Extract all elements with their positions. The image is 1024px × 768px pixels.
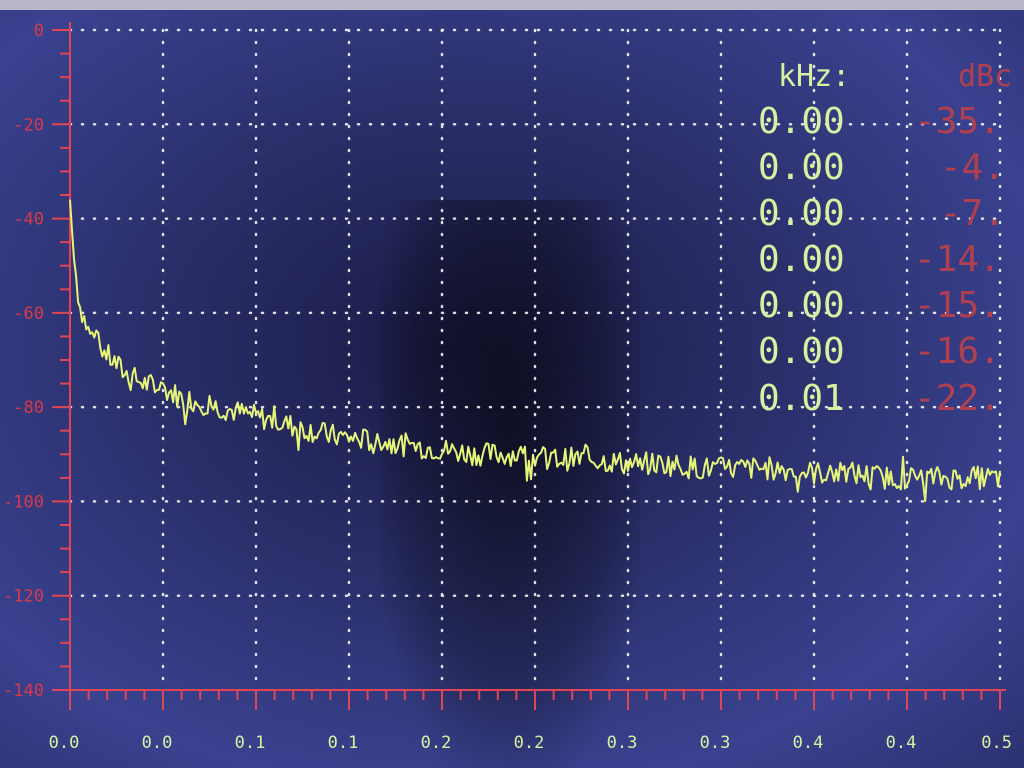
y-tick-label: -40 bbox=[13, 210, 44, 230]
y-tick-label: -140 bbox=[3, 681, 44, 701]
peak-db: -15. bbox=[914, 285, 1001, 326]
y-tick-label: -80 bbox=[13, 398, 44, 418]
x-tick-label: 0.4 bbox=[793, 733, 824, 753]
spectrum-plot: 0-20-40-60-80-100-120-140 0.0 0.0 0.1 0.1 0.… bbox=[3, 21, 1012, 753]
peak-freq: 0.00 bbox=[758, 193, 845, 234]
x-tick-label: 0.4 bbox=[886, 733, 917, 753]
y-tick-label: -120 bbox=[3, 587, 44, 607]
peak-db: -35. bbox=[914, 101, 1001, 142]
y-tick-label: -60 bbox=[13, 304, 44, 324]
peak-freq: 0.01 bbox=[758, 378, 845, 419]
grid bbox=[68, 28, 1002, 692]
peak-freq: 0.00 bbox=[758, 331, 845, 372]
peak-db: -4. bbox=[940, 147, 1005, 188]
y-tick-label: -100 bbox=[3, 492, 44, 512]
peak-freq: 0.00 bbox=[758, 101, 845, 142]
y-tick-label: 0 bbox=[34, 21, 44, 41]
peak-freq: 0.00 bbox=[758, 239, 845, 280]
x-tick-label: 0.2 bbox=[421, 733, 452, 753]
x-tick-label: 0.0 bbox=[142, 733, 173, 753]
x-tick-label: 0.0 bbox=[49, 733, 80, 753]
x-axis-labels: 0.0 0.0 0.1 0.1 0.2 0.2 0.3 0.3 0.4 0.4 0.5 bbox=[49, 733, 1012, 753]
peak-table: kHz: dBc 0.00 -35. 0.00 -4. 0.00 -7. 0.0… bbox=[758, 59, 1012, 419]
peak-freq-header: kHz: bbox=[778, 59, 850, 94]
x-tick-label: 0.3 bbox=[700, 733, 731, 753]
x-tick-label: 0.1 bbox=[235, 733, 266, 753]
peak-freq: 0.00 bbox=[758, 285, 845, 326]
x-tick-label: 0.1 bbox=[328, 733, 359, 753]
peak-db: -16. bbox=[914, 331, 1001, 372]
peak-freq: 0.00 bbox=[758, 147, 845, 188]
peak-db-header: dBc bbox=[958, 59, 1012, 94]
peak-db: -7. bbox=[940, 193, 1005, 234]
peak-db: -14. bbox=[914, 239, 1001, 280]
analyzer-screen: 0 -20 -40 -60 -80 -100 -120 -140 0.0 0.0 0.1 0.1 0.… bbox=[0, 0, 1024, 768]
y-axis-labels: 0 -20 -40 -60 -80 -100 -120 -140 bbox=[3, 21, 44, 701]
x-tick-label: 0.5 bbox=[981, 733, 1012, 753]
x-tick-label: 0.2 bbox=[514, 733, 545, 753]
x-tick-label: 0.3 bbox=[607, 733, 638, 753]
peak-db: -22. bbox=[914, 378, 1001, 419]
y-tick-label: -20 bbox=[13, 115, 44, 135]
